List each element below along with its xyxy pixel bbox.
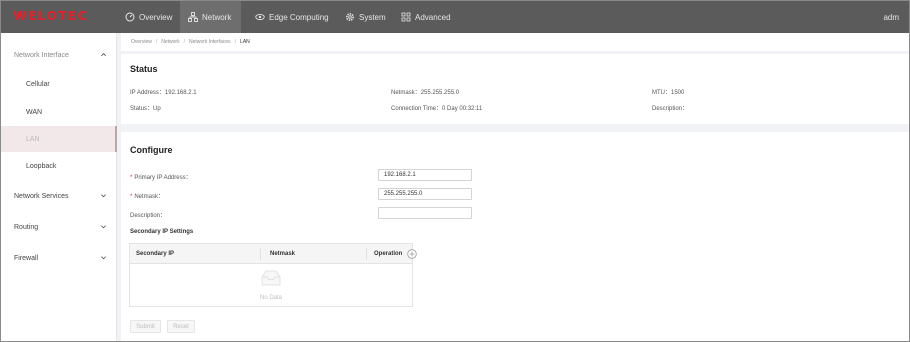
configure-card: Configure * Primary IP Address： 192.168.2… <box>121 132 909 341</box>
edge-computing-icon <box>255 13 265 21</box>
sidebar-item-label: LAN <box>26 135 40 143</box>
status-mtu: MTU：1500 <box>652 87 684 96</box>
nav-overview[interactable]: Overview <box>119 1 178 33</box>
column-divider <box>366 248 367 260</box>
breadcrumb: Overview / Network / Network Interfaces … <box>121 33 909 51</box>
nav-overview-label: Overview <box>139 12 173 22</box>
primary-ip-input[interactable]: 192.168.2.1 <box>378 169 472 181</box>
nav-advanced-label: Advanced <box>415 12 451 22</box>
table-header: Secondary IP Netmask Operation <box>130 244 417 264</box>
brand-logo[interactable]: WELOTEC <box>13 9 88 23</box>
top-navigation-bar: WELOTEC Overview Network Edge Computing … <box>1 1 909 33</box>
status-ip-value: 192.168.2.1 <box>164 90 197 96</box>
primary-ip-label-text: Primary IP Address： <box>134 175 192 181</box>
sidebar-group-label: Firewall <box>14 254 39 262</box>
empty-inbox-icon <box>261 270 281 286</box>
required-mark: * <box>130 194 133 200</box>
network-icon <box>188 12 198 22</box>
breadcrumb-lan: LAN <box>240 39 250 45</box>
column-divider <box>260 248 261 260</box>
status-connection-time: Connection Time：0 Day 00:32:11 <box>391 103 482 112</box>
status-state-value: Up <box>153 106 161 112</box>
grid-icon <box>401 12 411 22</box>
add-circle-icon[interactable] <box>407 249 417 259</box>
status-card: Status IP Address：192.168.2.1 Netmask：25… <box>121 54 909 124</box>
sidebar-group-label: Network Interface <box>14 51 69 59</box>
sidebar: Network Interface Cellular WAN LAN Loopb… <box>1 33 117 341</box>
nav-edge-computing[interactable]: Edge Computing <box>251 1 333 33</box>
submit-button[interactable]: Submit <box>130 320 161 333</box>
netmask-label-text: Netmask： <box>134 194 165 200</box>
column-netmask: Netmask <box>270 251 296 257</box>
user-menu[interactable]: adm <box>883 13 899 22</box>
status-ip: IP Address：192.168.2.1 <box>130 87 197 96</box>
sidebar-item-label: WAN <box>26 108 43 116</box>
status-connection-label: Connection Time： <box>391 106 443 112</box>
gear-icon <box>345 12 355 22</box>
sidebar-item-label: Loopback <box>26 162 57 170</box>
configure-title: Configure <box>130 145 173 155</box>
sidebar-group-routing[interactable]: Routing <box>1 213 117 241</box>
nav-network[interactable]: Network <box>180 1 241 33</box>
column-secondary-ip: Secondary IP <box>136 251 175 257</box>
breadcrumb-overview[interactable]: Overview <box>131 39 152 45</box>
status-ip-label: IP Address： <box>130 90 165 96</box>
sidebar-item-lan[interactable]: LAN <box>1 126 117 152</box>
sidebar-group-label: Routing <box>14 223 39 231</box>
secondary-ip-settings-title: Secondary IP Settings <box>130 229 194 235</box>
status-netmask: Netmask：255.255.255.0 <box>391 87 459 96</box>
app-window: WELOTEC Overview Network Edge Computing … <box>0 0 910 342</box>
required-mark: * <box>130 175 133 181</box>
status-description: Description： <box>652 103 688 112</box>
status-mtu-value: 1500 <box>671 90 685 96</box>
nav-advanced[interactable]: Advanced <box>397 1 455 33</box>
secondary-ip-table: Secondary IP Netmask Operation No Data <box>129 243 417 307</box>
breadcrumb-network-interfaces[interactable]: Network Interfaces <box>189 39 231 45</box>
sidebar-item-label: Cellular <box>26 80 50 88</box>
sidebar-group-network-services[interactable]: Network Services <box>1 182 117 210</box>
dashboard-icon <box>125 12 135 22</box>
nav-system[interactable]: System <box>341 1 390 33</box>
description-input[interactable] <box>378 207 472 219</box>
sidebar-item-cellular[interactable]: Cellular <box>1 71 117 97</box>
chevron-down-icon <box>101 194 106 198</box>
breadcrumb-separator: / <box>155 39 158 45</box>
primary-ip-label: * Primary IP Address： <box>130 172 192 181</box>
status-connection-value: 0 Day 00:32:11 <box>442 106 483 112</box>
sidebar-item-wan[interactable]: WAN <box>1 99 117 125</box>
chevron-down-icon <box>101 256 106 260</box>
sidebar-item-loopback[interactable]: Loopback <box>1 153 117 179</box>
nav-network-label: Network <box>202 12 232 22</box>
breadcrumb-network[interactable]: Network <box>161 39 179 45</box>
nav-edge-computing-label: Edge Computing <box>269 12 329 22</box>
sidebar-group-network-interface[interactable]: Network Interface <box>1 41 117 69</box>
status-description-label: Description： <box>652 106 689 112</box>
status-netmask-value: 255.255.255.0 <box>420 90 460 96</box>
sidebar-group-firewall[interactable]: Firewall <box>1 244 117 272</box>
netmask-input[interactable]: 255.255.255.0 <box>378 188 472 200</box>
chevron-up-icon <box>101 53 106 57</box>
status-mtu-label: MTU： <box>652 90 671 96</box>
chevron-down-icon <box>101 225 106 229</box>
netmask-label: * Netmask： <box>130 191 164 200</box>
breadcrumb-separator: / <box>183 39 185 45</box>
status-netmask-label: Netmask： <box>391 90 421 96</box>
sidebar-group-label: Network Services <box>14 192 69 200</box>
nav-system-label: System <box>359 12 386 22</box>
status-state: Status：Up <box>130 103 161 112</box>
empty-table-text: No Data <box>259 295 282 301</box>
column-operation: Operation <box>374 251 403 257</box>
status-title: Status <box>130 64 158 74</box>
description-label: Description： <box>130 213 167 219</box>
reset-button[interactable]: Reset <box>167 320 195 333</box>
status-state-label: Status： <box>130 106 154 112</box>
breadcrumb-separator: / <box>234 39 237 45</box>
